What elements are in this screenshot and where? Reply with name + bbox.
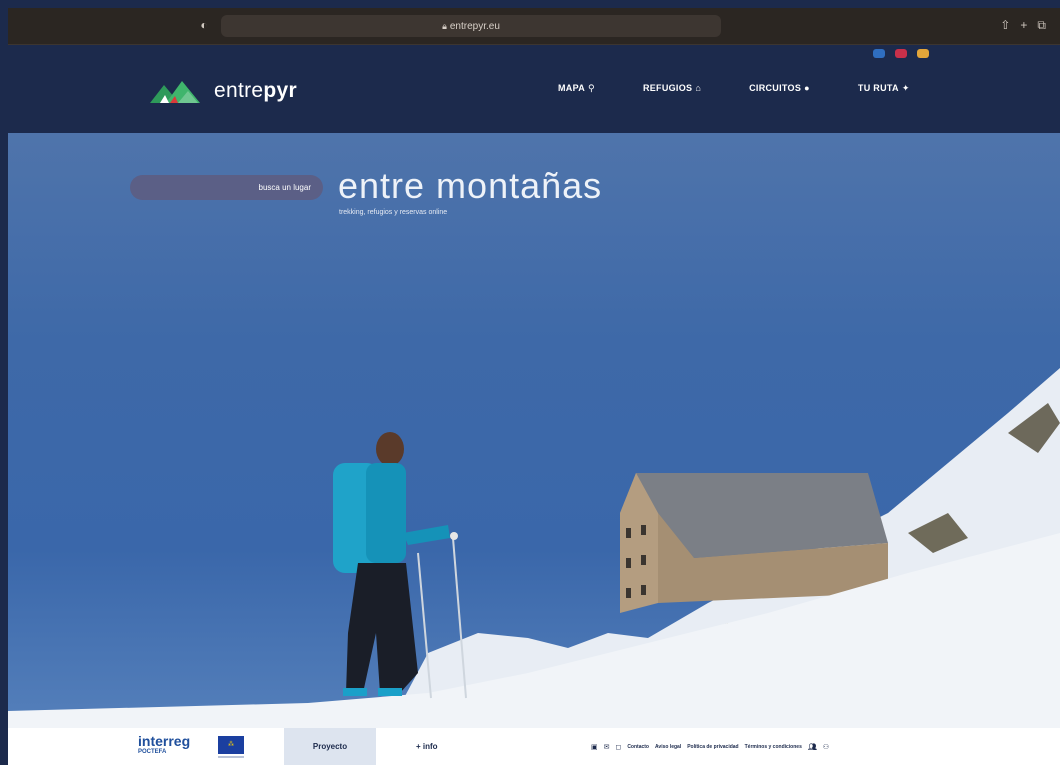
hero-subtitle: trekking, refugios y reservas online — [339, 209, 448, 216]
nav-circuitos[interactable]: CIRCUITOS ● — [749, 83, 810, 94]
signpost-icon: ✦ — [901, 83, 910, 93]
search-input[interactable]: busca un lugar — [130, 175, 323, 200]
language-es-button[interactable] — [873, 49, 885, 58]
eu-flag-icon: ⁂ — [218, 736, 244, 754]
eu-flag-caption — [218, 756, 244, 758]
url-text: entrepyr.eu — [449, 21, 500, 32]
footer-link-terminos[interactable]: Términos y condiciones — [745, 744, 802, 750]
hero-photo — [8, 368, 1060, 728]
nav-mapa-label: MAPA — [558, 83, 586, 93]
tab-info[interactable]: + info — [416, 728, 438, 765]
site-footer: interreg POCTEFA ⁂ Proyecto + info ▣ ✉ ◻… — [8, 728, 1060, 765]
main-nav: MAPA ⚲ REFUGIOS ⌂ CIRCUITOS ● TU RUTA ✦ — [558, 83, 958, 94]
instagram-icon[interactable]: ◻ — [616, 743, 622, 751]
cart-icon[interactable]: ⚇ — [823, 743, 829, 751]
logo[interactable]: entrepyr — [148, 75, 297, 107]
footer-link-contacto[interactable]: Contacto — [627, 744, 649, 750]
language-switcher — [873, 49, 929, 58]
nav-tu-ruta[interactable]: TU RUTA ✦ — [858, 83, 910, 94]
mountains-logo-icon — [150, 81, 200, 103]
nav-circuitos-label: CIRCUITOS — [749, 83, 802, 93]
browser-toolbar: ◐ 🔒︎ entrepyr.eu ⇧+⧉ — [8, 8, 1060, 45]
interreg-sub: POCTEFA — [138, 749, 167, 755]
interreg-name: interreg — [138, 733, 191, 749]
logo-text-light: entre — [214, 79, 264, 102]
footer-links: ▣ ✉ ◻ Contacto Aviso legal Política de p… — [591, 728, 829, 765]
nav-refugios[interactable]: REFUGIOS ⌂ — [643, 83, 701, 94]
site-header: entrepyr MAPA ⚲ REFUGIOS ⌂ CIRCUITOS ● TU R… — [8, 45, 1060, 133]
lock-icon: 🔒︎ — [442, 21, 447, 31]
facebook-icon[interactable]: ▣ — [591, 743, 598, 751]
footer-link-aviso-legal[interactable]: Aviso legal — [655, 744, 681, 750]
hero-section: busca un lugar entre montañas trekking, … — [8, 133, 1060, 728]
language-fr-button[interactable] — [895, 49, 907, 58]
map-pin-icon: ⚲ — [588, 83, 595, 93]
logo-text-bold: pyr — [263, 79, 297, 102]
nav-refugios-label: REFUGIOS — [642, 83, 693, 93]
tabs-icon[interactable]: ⧉ — [1037, 18, 1056, 32]
language-en-button[interactable] — [917, 49, 929, 58]
nav-mapa[interactable]: MAPA ⚲ — [558, 83, 595, 94]
share-icon[interactable]: ⇧ — [1000, 18, 1020, 32]
route-circle-icon: ● — [804, 83, 810, 93]
tab-proyecto[interactable]: Proyecto — [284, 728, 376, 765]
sidebar-icon[interactable]: ◐ — [196, 17, 212, 33]
interreg-logo[interactable]: interreg POCTEFA — [138, 734, 190, 756]
user-icon[interactable]: 👥︎ — [808, 743, 817, 751]
address-bar[interactable]: 🔒︎ entrepyr.eu — [221, 15, 721, 37]
browser-actions: ⇧+⧉ — [1000, 18, 1056, 33]
new-tab-icon[interactable]: + — [1020, 18, 1037, 32]
logo-wordmark: entrepyr — [214, 79, 297, 103]
nav-tu-ruta-label: TU RUTA — [857, 83, 899, 93]
mail-icon[interactable]: ✉ — [604, 743, 610, 751]
house-icon: ⌂ — [695, 83, 702, 93]
hero-title: entre montañas — [338, 165, 603, 206]
footer-link-privacidad[interactable]: Política de privacidad — [687, 744, 738, 750]
